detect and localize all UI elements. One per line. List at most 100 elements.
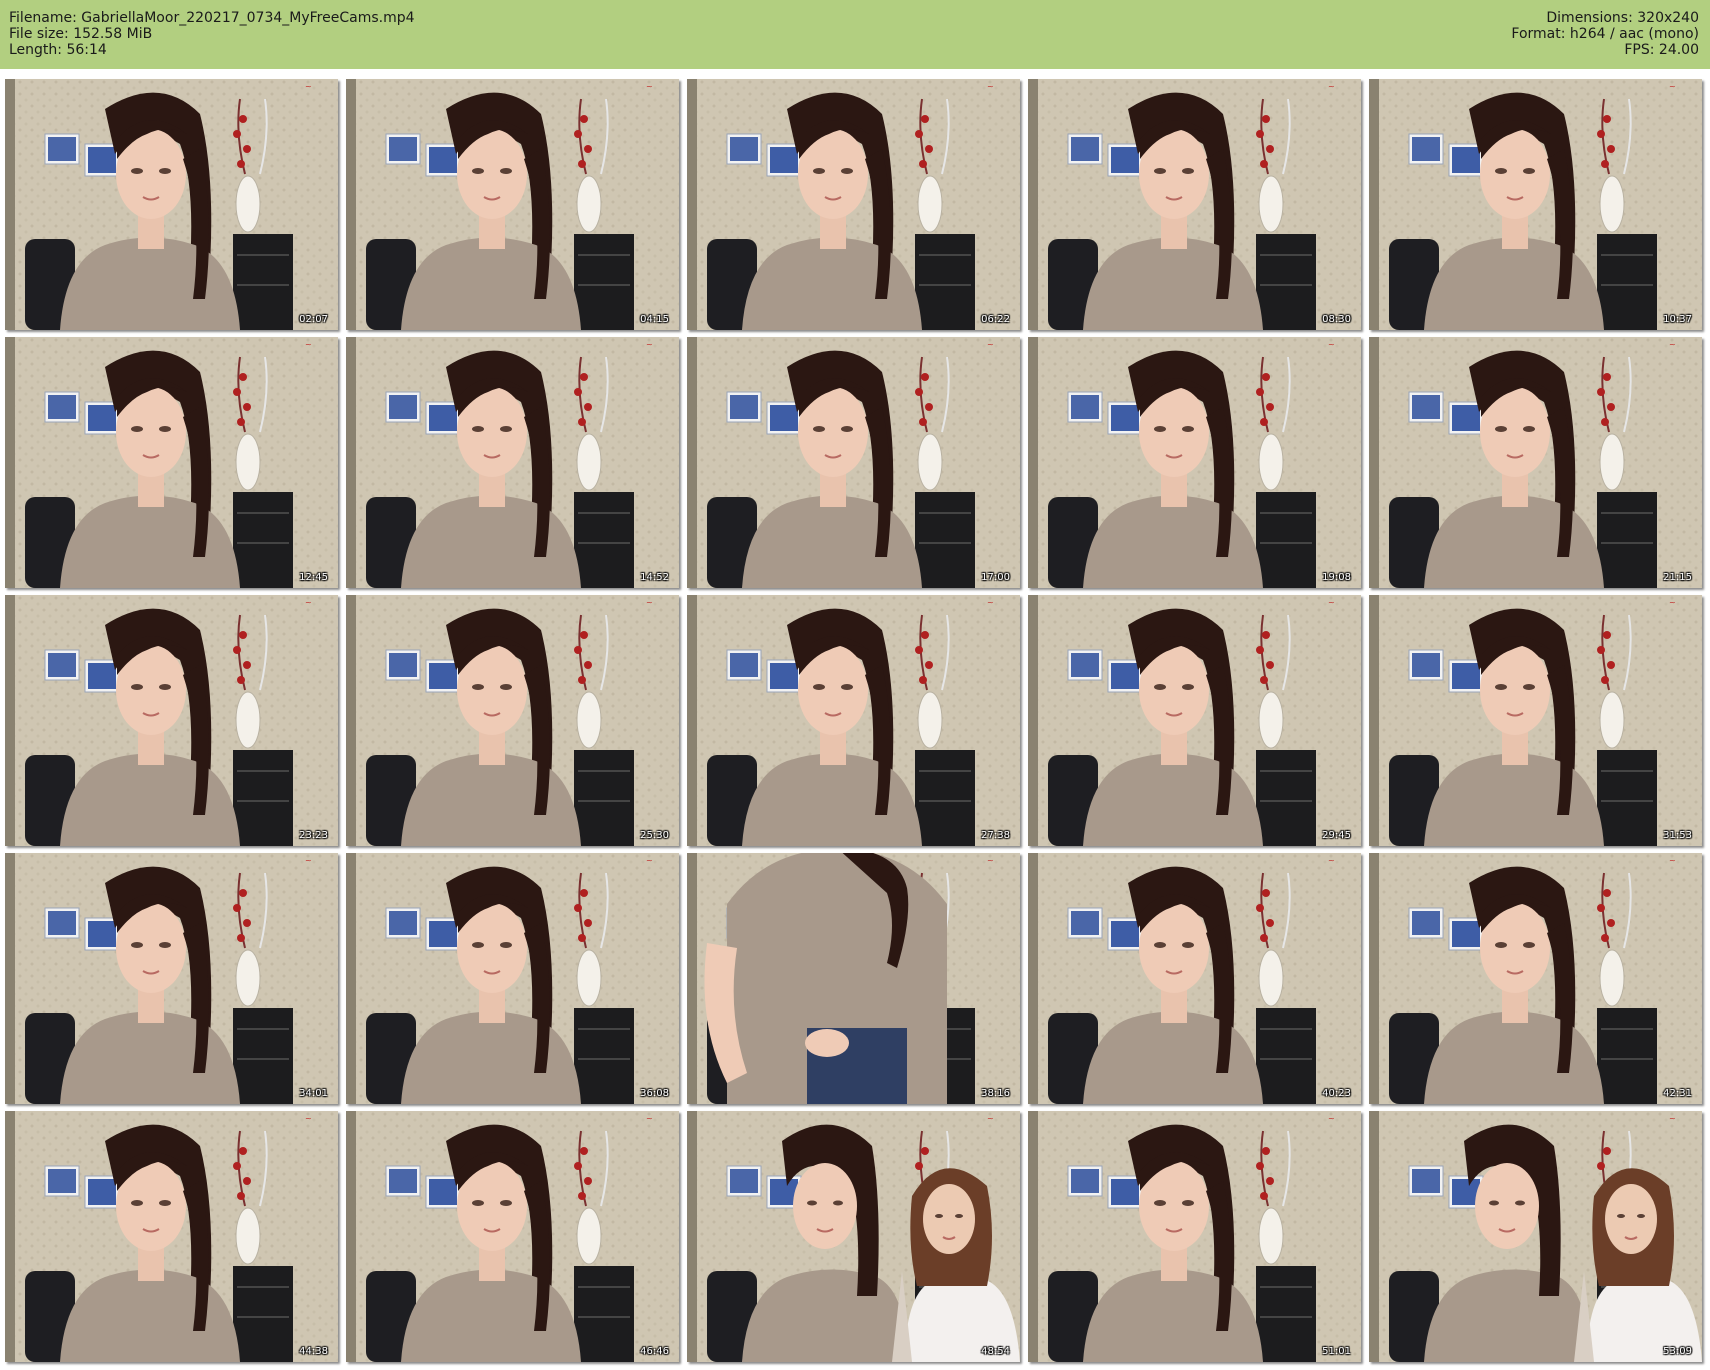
frame-image: ~ (5, 337, 338, 588)
svg-text:~: ~ (305, 598, 312, 607)
svg-text:~: ~ (305, 1114, 312, 1123)
video-frame-thumbnail: ~ 10:37 (1369, 79, 1702, 330)
thumbnail-grid: ~ 02:07 ~ 04:15 ~ 06:22 ~ 08:30 ~ 10:37 … (5, 79, 1702, 1362)
frame-timestamp: 38:16 (981, 1088, 1010, 1099)
svg-text:~: ~ (1328, 1114, 1335, 1123)
video-frame-thumbnail: ~ 42:31 (1369, 853, 1702, 1104)
video-frame-thumbnail: ~ 27:38 (687, 595, 1020, 846)
frame-timestamp: 29:45 (1322, 830, 1351, 841)
svg-text:~: ~ (646, 82, 653, 91)
svg-text:~: ~ (1669, 1114, 1676, 1123)
svg-text:~: ~ (1669, 340, 1676, 349)
svg-text:~: ~ (646, 856, 653, 865)
frame-timestamp: 46:46 (640, 1346, 669, 1357)
svg-text:~: ~ (646, 340, 653, 349)
frame-image: ~ (1369, 79, 1702, 330)
video-frame-thumbnail: ~ 02:07 (5, 79, 338, 330)
frame-image: ~ (687, 79, 1020, 330)
video-frame-thumbnail: ~ 38:16 (687, 853, 1020, 1104)
frame-timestamp: 44:38 (299, 1346, 328, 1357)
frame-timestamp: 17:00 (981, 572, 1010, 583)
video-frame-thumbnail: ~ 44:38 (5, 1111, 338, 1362)
frame-image: ~ (346, 337, 679, 588)
format-line: Format: h264 / aac (mono) (1511, 26, 1699, 42)
frame-image: ~ (687, 1111, 1020, 1362)
frame-timestamp: 08:30 (1322, 314, 1351, 325)
frame-image: ~ (687, 337, 1020, 588)
video-frame-thumbnail: ~ 08:30 (1028, 79, 1361, 330)
frame-timestamp: 25:30 (640, 830, 669, 841)
video-frame-thumbnail: ~ 34:01 (5, 853, 338, 1104)
svg-text:~: ~ (987, 1114, 994, 1123)
video-frame-thumbnail: ~ 25:30 (346, 595, 679, 846)
video-frame-thumbnail: ~ 31:53 (1369, 595, 1702, 846)
filename-line: Filename: GabriellaMoor_220217_0734_MyFr… (9, 10, 415, 26)
svg-text:~: ~ (987, 598, 994, 607)
frame-image: ~ (687, 595, 1020, 846)
svg-text:~: ~ (305, 856, 312, 865)
frame-image: ~ (346, 853, 679, 1104)
frame-image: ~ (1028, 79, 1361, 330)
svg-text:~: ~ (646, 598, 653, 607)
frame-image: ~ (5, 1111, 338, 1362)
frame-timestamp: 42:31 (1663, 1088, 1692, 1099)
fps-line: FPS: 24.00 (1624, 42, 1699, 58)
svg-text:~: ~ (1669, 598, 1676, 607)
video-frame-thumbnail: ~ 04:15 (346, 79, 679, 330)
video-frame-thumbnail: ~ 14:52 (346, 337, 679, 588)
frame-timestamp: 04:15 (640, 314, 669, 325)
frame-timestamp: 31:53 (1663, 830, 1692, 841)
svg-text:~: ~ (1328, 598, 1335, 607)
frame-image: ~ (1369, 595, 1702, 846)
frame-timestamp: 51:01 (1322, 1346, 1351, 1357)
video-frame-thumbnail: ~ 36:08 (346, 853, 679, 1104)
svg-text:~: ~ (1328, 340, 1335, 349)
frame-timestamp: 10:37 (1663, 314, 1692, 325)
svg-text:~: ~ (987, 856, 994, 865)
frame-timestamp: 53:09 (1663, 1346, 1692, 1357)
frame-timestamp: 23:23 (299, 830, 328, 841)
filesize-line: File size: 152.58 MiB (9, 26, 153, 42)
frame-timestamp: 06:22 (981, 314, 1010, 325)
frame-image: ~ (5, 853, 338, 1104)
frame-timestamp: 36:08 (640, 1088, 669, 1099)
info-header: Filename: GabriellaMoor_220217_0734_MyFr… (0, 0, 1710, 69)
frame-image: ~ (346, 595, 679, 846)
frame-image: ~ (1028, 1111, 1361, 1362)
svg-text:~: ~ (1328, 82, 1335, 91)
frame-image: ~ (5, 595, 338, 846)
dimensions-line: Dimensions: 320x240 (1546, 10, 1699, 26)
frame-timestamp: 27:38 (981, 830, 1010, 841)
frame-timestamp: 19:08 (1322, 572, 1351, 583)
frame-image: ~ (346, 1111, 679, 1362)
frame-image: ~ (687, 853, 1020, 1104)
file-info-left: Filename: GabriellaMoor_220217_0734_MyFr… (9, 10, 415, 58)
video-frame-thumbnail: ~ 21:15 (1369, 337, 1702, 588)
video-frame-thumbnail: ~ 06:22 (687, 79, 1020, 330)
frame-timestamp: 12:45 (299, 572, 328, 583)
file-info-right: Dimensions: 320x240 Format: h264 / aac (… (1511, 10, 1699, 58)
video-frame-thumbnail: ~ 48:54 (687, 1111, 1020, 1362)
video-frame-thumbnail: ~ 53:09 (1369, 1111, 1702, 1362)
frame-timestamp: 02:07 (299, 314, 328, 325)
frame-image: ~ (1028, 595, 1361, 846)
frame-timestamp: 21:15 (1663, 572, 1692, 583)
frame-image: ~ (5, 79, 338, 330)
svg-text:~: ~ (987, 82, 994, 91)
video-frame-thumbnail: ~ 46:46 (346, 1111, 679, 1362)
svg-text:~: ~ (1669, 82, 1676, 91)
frame-image: ~ (1028, 337, 1361, 588)
video-frame-thumbnail: ~ 19:08 (1028, 337, 1361, 588)
frame-image: ~ (1028, 853, 1361, 1104)
frame-image: ~ (346, 79, 679, 330)
svg-text:~: ~ (987, 340, 994, 349)
frame-timestamp: 40:23 (1322, 1088, 1351, 1099)
video-frame-thumbnail: ~ 12:45 (5, 337, 338, 588)
video-frame-thumbnail: ~ 29:45 (1028, 595, 1361, 846)
frame-image: ~ (1369, 337, 1702, 588)
svg-text:~: ~ (1669, 856, 1676, 865)
frame-timestamp: 34:01 (299, 1088, 328, 1099)
frame-timestamp: 48:54 (981, 1346, 1010, 1357)
svg-text:~: ~ (305, 340, 312, 349)
frame-image: ~ (1369, 853, 1702, 1104)
